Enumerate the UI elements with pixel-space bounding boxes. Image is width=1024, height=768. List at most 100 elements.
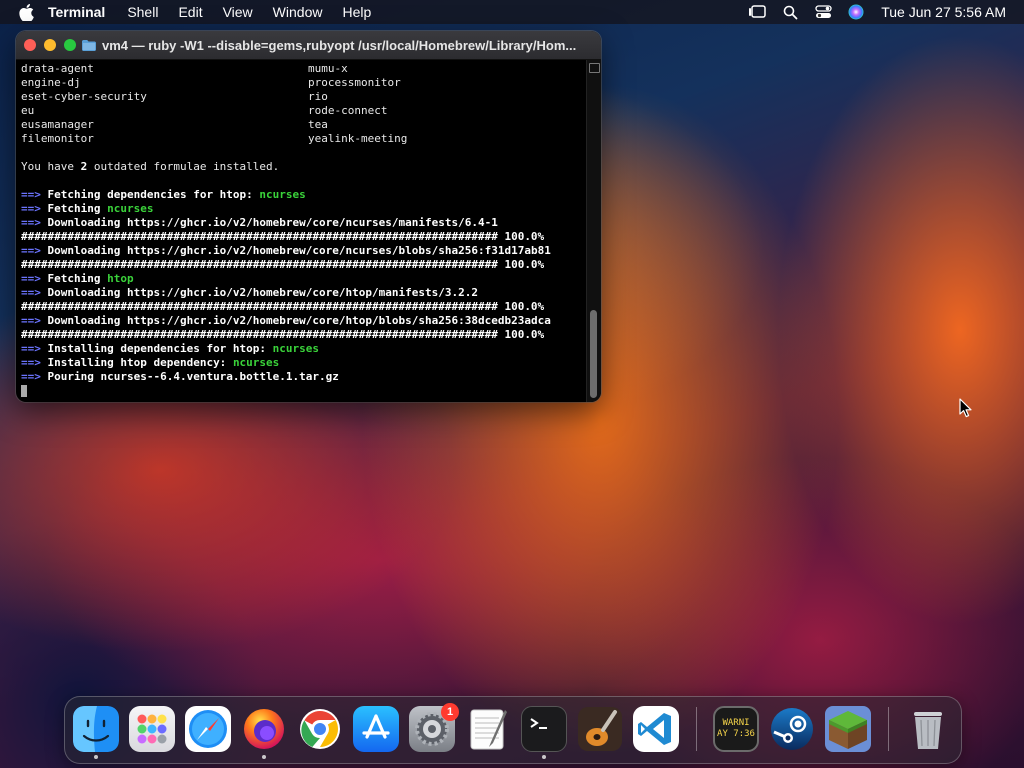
brew-arrow: ==> (21, 216, 41, 229)
stage-manager-icon[interactable] (748, 3, 766, 21)
scrollbar-thumb[interactable] (590, 310, 597, 398)
terminal-line: eset-cyber-security rio (21, 90, 587, 104)
terminal-line: ==> Downloading https://ghcr.io/v2/homeb… (21, 314, 587, 328)
terminal-line: engine-dj processmonitor (21, 76, 587, 90)
cask-name: rode-connect (308, 104, 388, 117)
cask-name: yealink-meeting (308, 132, 408, 145)
terminal-icon[interactable] (521, 706, 567, 752)
terminal-line: ==> Fetching ncurses (21, 202, 587, 216)
vscode-icon[interactable] (633, 706, 679, 752)
apple-menu-icon[interactable] (18, 3, 34, 21)
dock-separator-trash (888, 707, 889, 751)
terminal-line: eu rode-connect (21, 104, 587, 118)
package-name: ncurses (259, 188, 306, 201)
brew-step-text: Fetching (47, 272, 108, 285)
brew-arrow: ==> (21, 244, 41, 257)
scroll-split-icon[interactable] (589, 63, 600, 73)
terminal-line: drata-agent mumu-x (21, 62, 587, 76)
brew-arrow: ==> (21, 286, 41, 299)
terminal-line: ########################################… (21, 230, 587, 244)
settings-notification-badge: 1 (441, 703, 459, 721)
terminal-line: ==> Downloading https://ghcr.io/v2/homeb… (21, 244, 587, 258)
outdated-suffix: outdated formulae installed. (87, 160, 280, 173)
terminal-cursor (21, 385, 27, 397)
cask-name: filemonitor (21, 132, 94, 145)
garageband-icon[interactable] (577, 706, 623, 752)
steam-icon[interactable] (769, 706, 815, 752)
dock: 1 WARNI AY 7:36 (64, 696, 962, 764)
cask-name: rio (308, 90, 328, 103)
terminal-window[interactable]: vm4 — ruby -W1 --disable=gems,rubyopt /u… (16, 31, 601, 402)
brew-arrow: ==> (21, 370, 41, 383)
minecraft-icon[interactable] (825, 706, 871, 752)
window-title: vm4 — ruby -W1 --disable=gems,rubyopt /u… (102, 37, 577, 53)
cask-name: eu (21, 104, 35, 117)
console-icon[interactable]: WARNI AY 7:36 (713, 706, 759, 752)
terminal-titlebar[interactable]: vm4 — ruby -W1 --disable=gems,rubyopt /u… (16, 31, 601, 60)
menu-shell[interactable]: Shell (127, 4, 158, 20)
cask-name: processmonitor (308, 76, 401, 89)
download-progress-bar: ########################################… (21, 300, 545, 313)
app-store-icon[interactable] (353, 706, 399, 752)
siri-icon[interactable] (847, 3, 865, 21)
terminal-line: ==> Downloading https://ghcr.io/v2/homeb… (21, 286, 587, 300)
minimize-button[interactable] (44, 39, 56, 51)
terminal-line: ==> Downloading https://ghcr.io/v2/homeb… (21, 216, 587, 230)
terminal-line: ########################################… (21, 258, 587, 272)
terminal-line: ==> Installing dependencies for htop: nc… (21, 342, 587, 356)
menu-edit[interactable]: Edit (178, 4, 202, 20)
download-progress-bar: ########################################… (21, 258, 545, 271)
terminal-line: ########################################… (21, 300, 587, 314)
cask-name: eset-cyber-security (21, 90, 147, 103)
trash-icon[interactable] (905, 706, 951, 752)
brew-step-text: Downloading https://ghcr.io/v2/homebrew/… (47, 244, 551, 257)
outdated-message: You have 2 outdated formulae installed. (21, 160, 587, 174)
package-name: ncurses (232, 356, 280, 369)
finder-icon[interactable] (73, 706, 119, 752)
brew-step-text: Downloading https://ghcr.io/v2/homebrew/… (47, 286, 478, 299)
mouse-pointer-icon (959, 398, 972, 418)
safari-icon[interactable] (185, 706, 231, 752)
terminal-output[interactable]: drata-agent mumu-x engine-dj processmonitor… (16, 60, 587, 402)
terminal-line: filemonitor yealink-meeting (21, 132, 587, 146)
brew-step-text: Installing dependencies for htop: (47, 342, 273, 355)
menu-window[interactable]: Window (273, 4, 323, 20)
package-name: ncurses (272, 342, 320, 355)
brew-arrow: ==> (21, 356, 41, 369)
launchpad-icon[interactable] (129, 706, 175, 752)
chrome-icon[interactable] (297, 706, 343, 752)
menu-view[interactable]: View (223, 4, 253, 20)
console-warning-line-2: AY 7:36 (717, 729, 755, 739)
finder-running-dot (94, 755, 98, 759)
brew-step-text: Pouring ncurses--6.4.ventura.bottle.1.ta… (47, 370, 339, 383)
cask-name: mumu-x (308, 62, 348, 75)
textedit-icon[interactable] (465, 706, 511, 752)
download-progress-bar: ########################################… (21, 230, 545, 243)
folder-icon (82, 39, 96, 51)
control-center-icon[interactable] (814, 3, 832, 21)
terminal-scrollbar[interactable] (586, 60, 601, 402)
menu-help[interactable]: Help (342, 4, 371, 20)
brew-arrow: ==> (21, 314, 41, 327)
zoom-button[interactable] (64, 39, 76, 51)
terminal-line: ==> Fetching htop (21, 272, 587, 286)
firefox-icon[interactable] (241, 706, 287, 752)
cask-name: engine-dj (21, 76, 81, 89)
menubar-clock[interactable]: Tue Jun 27 5:56 AM (881, 4, 1006, 20)
cask-name: tea (308, 118, 328, 131)
terminal-line: ==> Installing htop dependency: ncurses (21, 356, 587, 370)
firefox-running-dot (262, 755, 266, 759)
menu-app-name[interactable]: Terminal (48, 4, 105, 20)
download-progress-bar: ########################################… (21, 328, 545, 341)
spotlight-search-icon[interactable] (781, 3, 799, 21)
menu-bar: Terminal Shell Edit View Window Help Tue… (0, 0, 1024, 24)
brew-step-text: Fetching dependencies for htop: (47, 188, 260, 201)
close-button[interactable] (24, 39, 36, 51)
terminal-line: eusamanager tea (21, 118, 587, 132)
package-name: htop (107, 272, 134, 285)
outdated-prefix: You have (21, 160, 81, 173)
brew-arrow: ==> (21, 342, 41, 355)
brew-arrow: ==> (21, 188, 41, 201)
terminal-line: ########################################… (21, 328, 587, 342)
